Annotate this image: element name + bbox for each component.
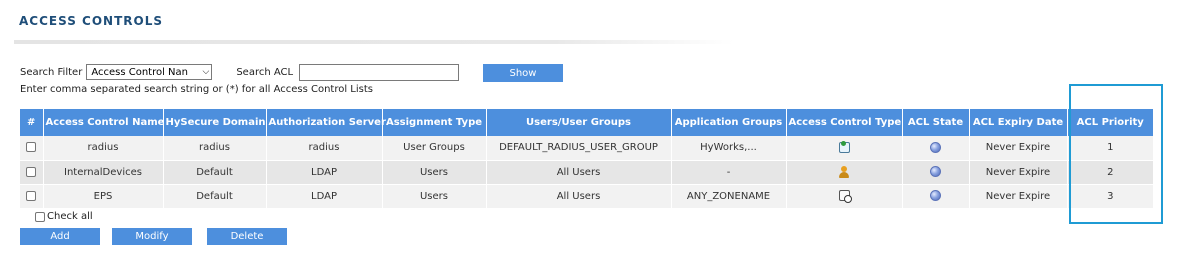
column-header-users-user-groups[interactable]: Users/User Groups (486, 109, 672, 136)
table-row[interactable]: EPS Default LDAP Users All Users ANY_ZON… (20, 184, 1153, 209)
search-filter-selected-value: Access Control Nan (91, 66, 188, 78)
cell-assignment-type: Users (382, 160, 487, 185)
cell-users-user-groups: DEFAULT_RADIUS_USER_GROUP (486, 136, 672, 161)
acl-priority-highlight (1069, 84, 1163, 224)
cell-assignment-type: Users (382, 184, 487, 209)
cell-acl-expiry-date: Never Expire (969, 136, 1068, 161)
delete-button[interactable]: Delete (207, 228, 287, 245)
check-all[interactable]: Check all (35, 211, 93, 222)
cell-hysecure-domain: Default (163, 160, 267, 185)
column-header-authorization-server[interactable]: Authorization Server (266, 109, 386, 136)
check-all-checkbox[interactable] (35, 211, 45, 222)
cell-access-control-name: EPS (43, 184, 164, 209)
acl-state-active-icon[interactable] (930, 166, 941, 178)
user-group-icon (838, 141, 850, 153)
column-header-number: # (20, 109, 44, 136)
access-control-table: # Access Control Name HySecure Domain Au… (20, 109, 1153, 209)
modify-button[interactable]: Modify (112, 228, 192, 245)
column-header-access-control-name[interactable]: Access Control Name (43, 109, 164, 136)
column-header-assignment-type[interactable]: Assignment Type (382, 109, 487, 136)
cell-authorization-server: LDAP (266, 184, 383, 209)
show-button[interactable]: Show (483, 64, 563, 82)
cell-assignment-type: User Groups (382, 136, 487, 161)
column-header-hysecure-domain[interactable]: HySecure Domain (163, 109, 267, 136)
cell-authorization-server: radius (266, 136, 383, 161)
table-row[interactable]: radius radius radius User Groups DEFAULT… (20, 136, 1153, 161)
acl-state-active-icon[interactable] (930, 142, 941, 153)
cell-access-control-name: radius (43, 136, 164, 161)
search-acl-input[interactable] (299, 63, 460, 81)
search-filter-row: Search Filter Access Control Nan ⌵ Searc… (20, 63, 460, 81)
chevron-down-icon: ⌵ (202, 67, 210, 77)
search-filter-select[interactable]: Access Control Nan ⌵ (86, 64, 213, 80)
cell-acl-expiry-date: Never Expire (969, 160, 1068, 185)
cell-access-control-name: InternalDevices (43, 160, 164, 185)
search-acl-label: Search ACL (236, 66, 294, 78)
acl-state-active-icon[interactable] (930, 190, 941, 202)
cell-application-groups: HyWorks,... (671, 136, 787, 161)
title-divider (14, 40, 734, 44)
search-hint: Enter comma separated search string or (… (20, 84, 373, 95)
cell-acl-expiry-date: Never Expire (969, 184, 1068, 209)
cell-hysecure-domain: radius (163, 136, 267, 161)
column-header-application-groups[interactable]: Application Groups (671, 109, 787, 136)
column-header-acl-expiry-date[interactable]: ACL Expiry Date (969, 109, 1068, 136)
cell-application-groups: ANY_ZONENAME (671, 184, 787, 209)
cell-users-user-groups: All Users (486, 184, 672, 209)
search-filter-label: Search Filter (20, 66, 83, 78)
check-all-label: Check all (47, 211, 93, 222)
page-title: ACCESS CONTROLS (19, 14, 163, 28)
cell-authorization-server: LDAP (266, 160, 383, 185)
column-header-access-control-type[interactable]: Access Control Type (786, 109, 903, 136)
table-header-row: # Access Control Name HySecure Domain Au… (20, 109, 1153, 136)
add-button[interactable]: Add (20, 228, 100, 245)
cell-application-groups: - (671, 160, 787, 185)
row-checkbox[interactable] (26, 142, 37, 153)
column-header-acl-state[interactable]: ACL State (902, 109, 970, 136)
table-row[interactable]: InternalDevices Default LDAP Users All U… (20, 160, 1153, 185)
cell-hysecure-domain: Default (163, 184, 267, 209)
cell-users-user-groups: All Users (486, 160, 672, 185)
row-checkbox[interactable] (26, 190, 37, 201)
zone-icon (838, 190, 852, 204)
user-icon (838, 166, 850, 178)
row-checkbox[interactable] (26, 166, 37, 177)
